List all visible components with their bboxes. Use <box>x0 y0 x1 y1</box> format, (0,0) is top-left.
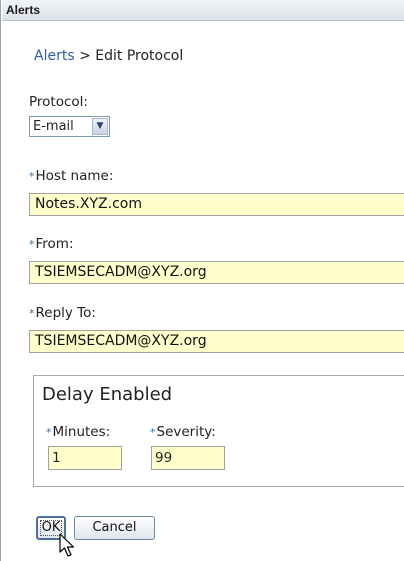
protocol-select-value: E-mail <box>33 119 74 134</box>
breadcrumb-current: Edit Protocol <box>95 48 184 64</box>
required-marker: * <box>29 307 35 320</box>
mouse-pointer-icon <box>59 533 75 557</box>
host-name-label-text: Host name: <box>35 168 114 184</box>
protocol-label: Protocol: <box>29 94 88 110</box>
reply-to-input[interactable]: TSIEMSECADM@XYZ.org <box>29 330 404 353</box>
cancel-button[interactable]: Cancel <box>74 516 155 540</box>
minutes-label: *Minutes: <box>46 424 110 440</box>
minutes-label-text: Minutes: <box>52 424 111 440</box>
severity-label: *Severity: <box>150 424 216 440</box>
protocol-select[interactable]: E-mail ▼ <box>29 116 110 137</box>
alerts-panel: Alerts Alerts > Edit Protocol Protocol: … <box>0 0 404 561</box>
breadcrumb-alerts-link[interactable]: Alerts <box>34 48 75 64</box>
breadcrumb-separator: > <box>79 48 91 64</box>
from-input[interactable]: TSIEMSECADM@XYZ.org <box>29 261 404 284</box>
required-marker: * <box>150 426 156 439</box>
minutes-input[interactable]: 1 <box>48 446 122 470</box>
chevron-down-icon[interactable]: ▼ <box>92 118 108 135</box>
breadcrumb: Alerts > Edit Protocol <box>34 48 183 64</box>
required-marker: * <box>29 170 35 183</box>
from-label-text: From: <box>35 236 74 252</box>
from-label: *From: <box>29 236 74 252</box>
severity-label-text: Severity: <box>156 424 216 440</box>
host-name-label: *Host name: <box>29 168 113 184</box>
required-marker: * <box>29 238 35 251</box>
required-marker: * <box>46 426 52 439</box>
host-name-input[interactable]: Notes.XYZ.com <box>29 193 404 216</box>
reply-to-label: *Reply To: <box>29 305 96 321</box>
severity-input[interactable]: 99 <box>151 446 225 470</box>
panel-title: Alerts <box>2 0 404 21</box>
delay-enabled-group: Delay Enabled *Minutes: 1 *Severity: 99 <box>33 375 404 487</box>
delay-enabled-legend: Delay Enabled <box>42 384 173 405</box>
reply-to-label-text: Reply To: <box>35 305 96 321</box>
